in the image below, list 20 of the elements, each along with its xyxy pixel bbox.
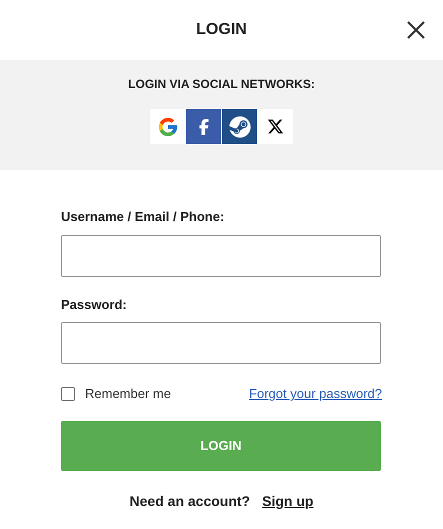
steam-logo-icon xyxy=(228,116,250,138)
x-logo-icon xyxy=(267,118,284,135)
forgot-password-link[interactable]: Forgot your password? xyxy=(249,384,382,404)
steam-login-button[interactable] xyxy=(222,109,257,144)
signup-link[interactable]: Sign up xyxy=(262,490,314,512)
input-field[interactable] xyxy=(61,234,381,276)
field-label: Password: xyxy=(61,296,128,314)
facebook-login-button[interactable] xyxy=(186,109,221,144)
remember-checkbox[interactable] xyxy=(61,386,75,401)
input-field[interactable] xyxy=(61,322,381,364)
remember-label: Remember me xyxy=(85,385,171,403)
close-icon xyxy=(406,20,426,40)
google-login-button[interactable] xyxy=(150,109,185,144)
google-logo-icon xyxy=(156,116,178,138)
x-login-button[interactable] xyxy=(258,109,293,144)
social-heading: LOGIN VIA SOCIAL NETWORKS: xyxy=(128,76,315,93)
signup-prompt: Need an account? xyxy=(130,492,250,510)
dialog-title: LOGIN xyxy=(196,20,247,40)
close-button[interactable] xyxy=(405,19,427,41)
field-label: Username / Email / Phone: xyxy=(61,208,226,226)
